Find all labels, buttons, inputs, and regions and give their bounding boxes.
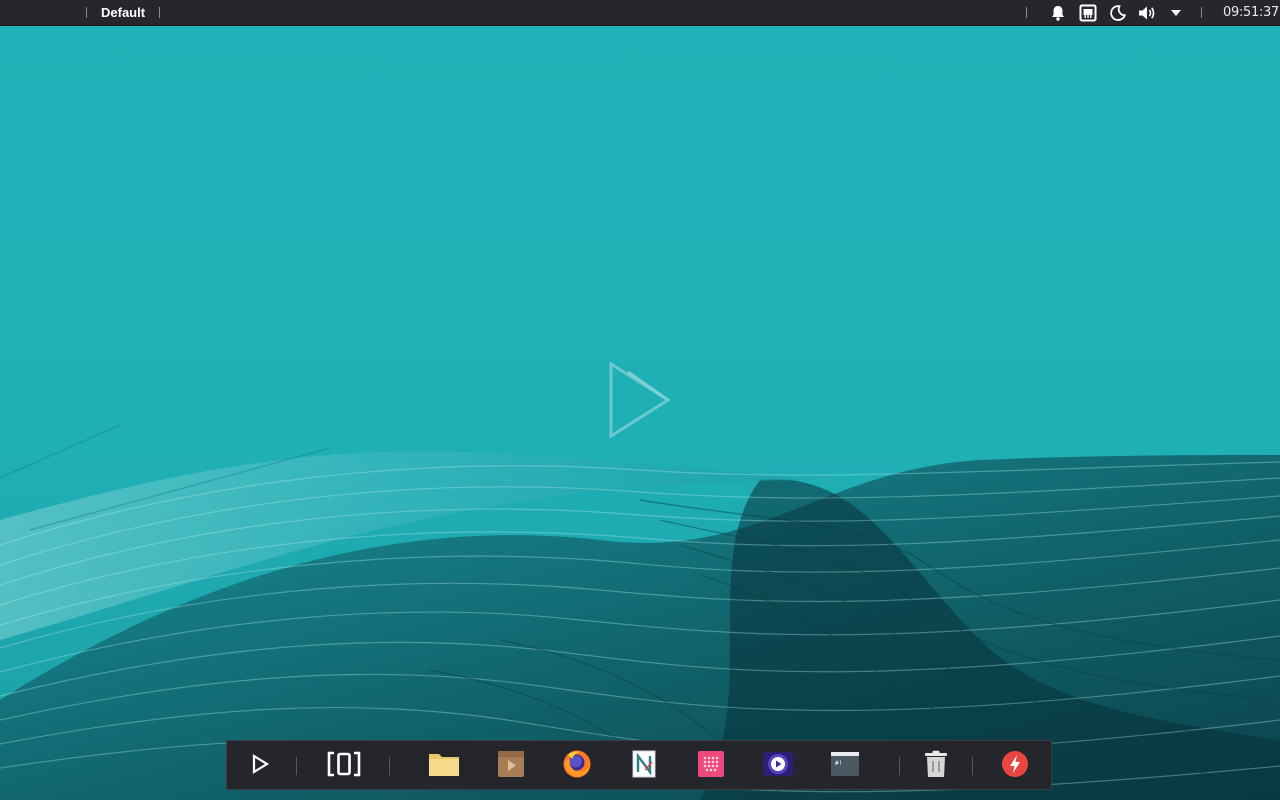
dock-item-app-launcher[interactable] [244, 750, 276, 782]
notes-icon [632, 750, 656, 783]
dock-item-package-installer[interactable] [495, 750, 527, 782]
panel-separator [159, 7, 160, 18]
dock-item-media-player[interactable] [762, 750, 794, 782]
brackets-icon [327, 751, 361, 782]
dock-separator [389, 757, 390, 775]
panel-separator [1026, 7, 1027, 18]
triangle-down-icon[interactable] [1166, 3, 1186, 22]
svg-text:#!: #! [835, 760, 842, 767]
trash-icon [924, 750, 948, 783]
package-icon [497, 750, 525, 783]
grid-dots-icon [697, 750, 725, 783]
workspace-label[interactable]: Default [101, 5, 145, 21]
wallpaper [0, 0, 1280, 800]
panel-separator [1201, 7, 1202, 18]
dock-item-firefox[interactable] [561, 750, 593, 782]
clock[interactable]: 09:51:37 [1223, 5, 1279, 21]
terminal-icon: #! [830, 751, 860, 782]
dock-item-workspace-overview[interactable] [327, 750, 361, 782]
moon-icon[interactable] [1108, 3, 1128, 22]
dock-item-trash[interactable] [920, 750, 952, 782]
bell-icon[interactable] [1048, 3, 1068, 22]
play-outline-icon [249, 753, 271, 780]
dock: #! [226, 740, 1052, 790]
dock-separator [972, 757, 973, 775]
top-panel: Default 09:51:37 [0, 0, 1280, 26]
media-play-icon [762, 750, 794, 783]
speaker-icon[interactable] [1137, 3, 1157, 22]
power-bolt-icon [1001, 750, 1029, 783]
dock-separator [899, 757, 900, 775]
dock-item-terminal[interactable]: #! [829, 750, 861, 782]
folder-icon [428, 750, 460, 783]
firefox-icon [562, 749, 592, 784]
desktop[interactable]: Default 09:51:37 #! [0, 0, 1280, 800]
ethernet-icon[interactable] [1078, 3, 1098, 22]
panel-separator [86, 7, 87, 18]
dock-item-text-editor[interactable] [628, 750, 660, 782]
dock-item-power-menu[interactable] [999, 750, 1031, 782]
dock-item-software-center[interactable] [695, 750, 727, 782]
dock-item-file-manager[interactable] [428, 750, 460, 782]
dock-separator [296, 757, 297, 775]
